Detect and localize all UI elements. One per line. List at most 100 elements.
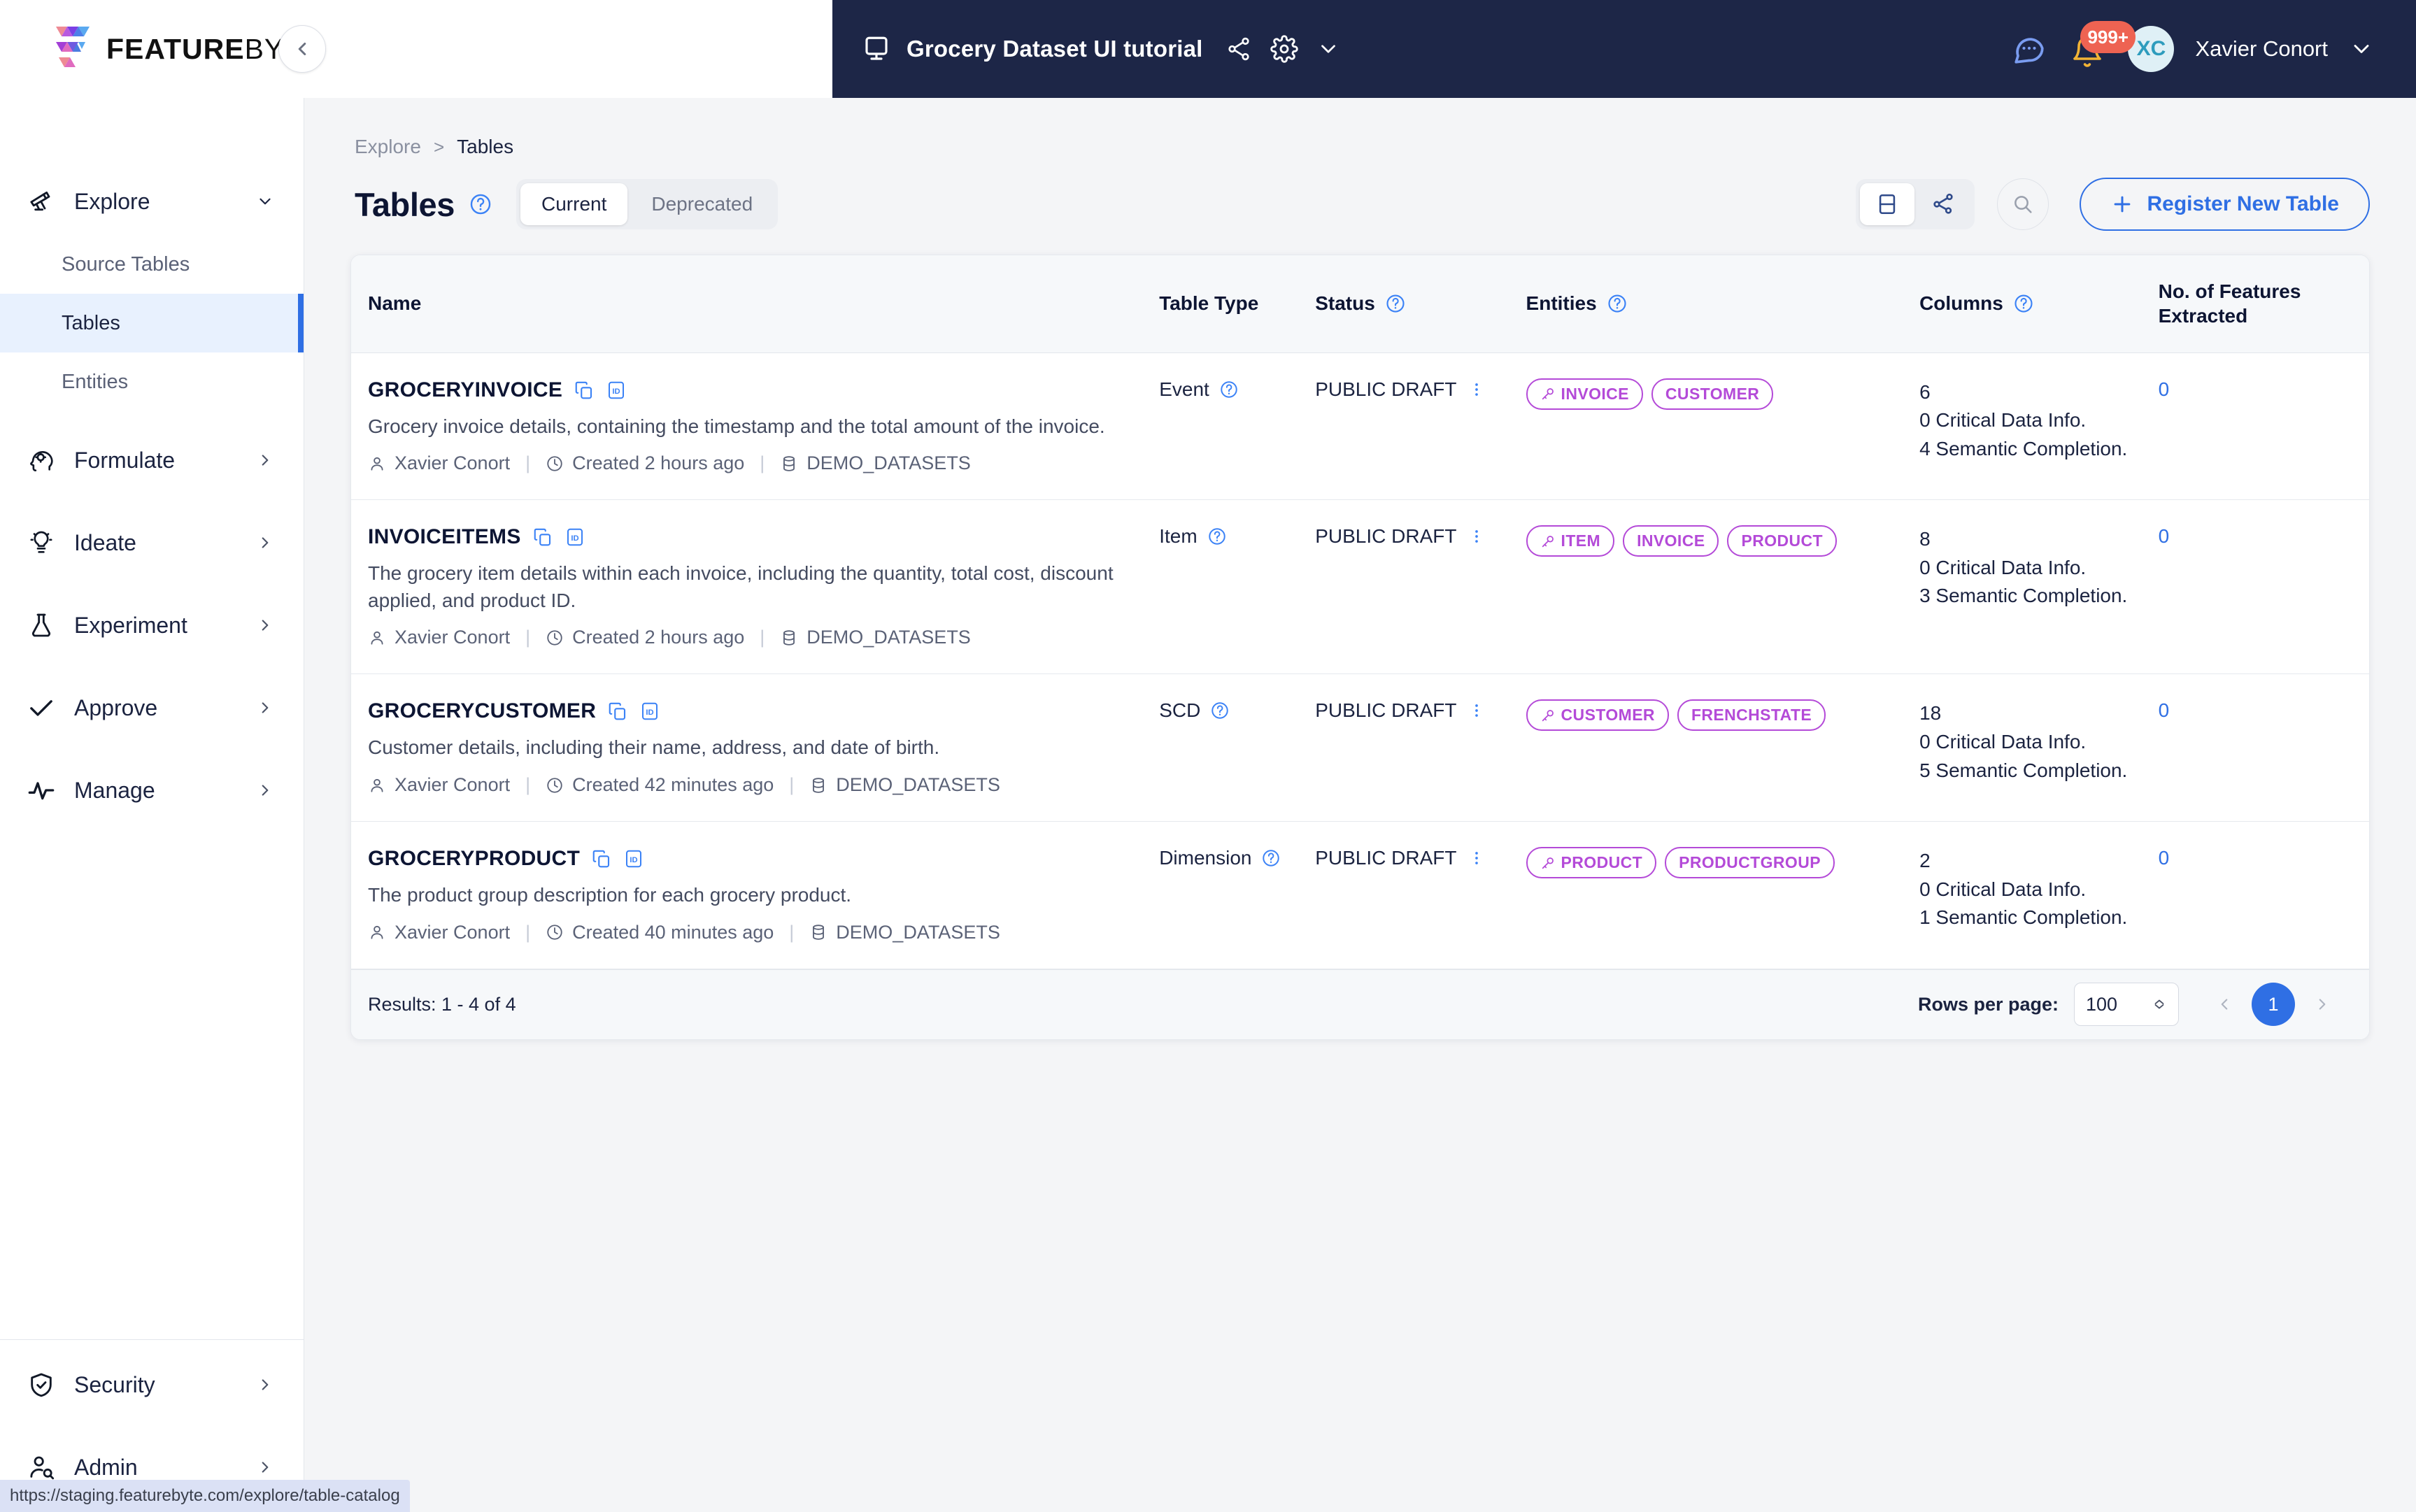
table-type-value: SCD (1159, 699, 1201, 722)
register-new-table-button[interactable]: Register New Table (2080, 178, 2370, 231)
table-meta: Xavier Conort | Created 40 minutes ago | (368, 922, 1159, 943)
more-vertical-icon[interactable] (1468, 527, 1486, 545)
gear-icon[interactable] (1270, 35, 1298, 63)
cell-entities: CUSTOMER FRENCHSTATE (1526, 673, 1920, 822)
sidebar-collapse-button[interactable] (278, 25, 326, 73)
more-vertical-icon[interactable] (1468, 380, 1486, 399)
table-row[interactable]: GROCERYCUSTOMER ID Customer details, inc… (351, 673, 2369, 822)
features-extracted-value[interactable]: 0 (2159, 525, 2170, 547)
clock-icon (546, 776, 564, 794)
features-extracted-value[interactable]: 0 (2159, 847, 2170, 869)
meta-author: Xavier Conort (368, 922, 510, 943)
check-icon (27, 693, 56, 722)
entity-pill[interactable]: INVOICE (1526, 378, 1643, 410)
table-name[interactable]: GROCERYCUSTOMER (368, 699, 596, 723)
svg-text:ID: ID (613, 387, 620, 396)
sidebar-item-approve[interactable]: Approve (0, 674, 304, 741)
graph-view-button[interactable] (1916, 183, 1970, 225)
column-header-entities[interactable]: Entities (1526, 255, 1920, 353)
table-name[interactable]: GROCERYPRODUCT (368, 847, 580, 871)
entity-pill[interactable]: CUSTOMER (1526, 699, 1669, 732)
pagination-prev-button[interactable] (2203, 983, 2246, 1026)
table-description: The product group description for each g… (368, 884, 852, 906)
sidebar: Explore Source Tables Tables Entities Fo… (0, 98, 304, 1512)
sidebar-item-tables[interactable]: Tables (0, 294, 304, 352)
more-vertical-icon[interactable] (1468, 849, 1486, 867)
question-circle-icon[interactable] (469, 192, 492, 216)
column-header-features-extracted[interactable]: No. of Features Extracted (2158, 255, 2369, 353)
search-button[interactable] (1997, 178, 2049, 230)
status-filter-toggle: Current Deprecated (516, 179, 779, 229)
chat-bubble-icon[interactable] (2012, 31, 2047, 66)
columns-count: 2 (1919, 850, 1931, 872)
question-circle-icon[interactable] (2013, 293, 2034, 314)
segment-current[interactable]: Current (520, 183, 628, 225)
meta-author: Xavier Conort (368, 774, 510, 796)
entity-pill[interactable]: ITEM (1526, 525, 1615, 557)
features-extracted-value[interactable]: 0 (2159, 378, 2170, 400)
sidebar-item-experiment[interactable]: Experiment (0, 592, 304, 659)
id-badge-icon[interactable]: ID (639, 701, 660, 722)
features-extracted-value[interactable]: 0 (2159, 699, 2170, 721)
copy-icon[interactable] (532, 527, 553, 548)
column-header-columns[interactable]: Columns (1919, 255, 2159, 353)
table-row[interactable]: GROCERYPRODUCT ID The product group desc… (351, 821, 2369, 969)
cell-status: PUBLIC DRAFT (1315, 499, 1526, 675)
cell-entities: ITEM INVOICE PRODUCT (1526, 499, 1920, 675)
sidebar-item-ideate[interactable]: Ideate (0, 509, 304, 576)
rows-per-page-select[interactable]: 100 (2074, 983, 2179, 1027)
meta-divider: | (760, 627, 765, 648)
question-circle-icon[interactable] (1607, 293, 1628, 314)
id-badge-icon[interactable]: ID (564, 527, 585, 548)
sidebar-item-source-tables[interactable]: Source Tables (0, 235, 304, 294)
id-badge-icon[interactable]: ID (623, 848, 644, 869)
meta-author: Xavier Conort (368, 452, 510, 474)
app-root: FEATUREBYTE Grocery Dataset UI tutorial (0, 0, 2416, 1512)
breadcrumb-parent[interactable]: Explore (355, 136, 421, 158)
id-badge-icon[interactable]: ID (606, 380, 627, 401)
entity-pill[interactable]: INVOICE (1623, 525, 1719, 557)
question-circle-icon[interactable] (1210, 701, 1230, 720)
copy-icon[interactable] (591, 848, 612, 869)
segment-deprecated[interactable]: Deprecated (630, 183, 774, 225)
more-vertical-icon[interactable] (1468, 701, 1486, 720)
results-count: Results: 1 - 4 of 4 (368, 993, 516, 1015)
table-row[interactable]: INVOICEITEMS ID The grocery item details… (351, 499, 2369, 675)
sidebar-item-formulate[interactable]: Formulate (0, 427, 304, 494)
column-header-status[interactable]: Status (1315, 255, 1526, 353)
copy-icon[interactable] (574, 380, 595, 401)
question-circle-icon[interactable] (1219, 380, 1239, 399)
table-view-button[interactable] (1860, 183, 1915, 225)
column-header-table-type[interactable]: Table Type (1159, 255, 1316, 353)
table-name[interactable]: INVOICEITEMS (368, 525, 521, 549)
entity-pill[interactable]: FRENCHSTATE (1677, 699, 1826, 732)
sidebar-item-explore[interactable]: Explore (0, 168, 304, 235)
sidebar-item-security[interactable]: Security (0, 1351, 304, 1418)
tables-card: Name Table Type Status Entities Columns … (350, 255, 2370, 1040)
workspace-chevron-down-icon[interactable] (1316, 37, 1340, 61)
chevron-right-icon (255, 1374, 276, 1395)
pagination-page-1[interactable]: 1 (2252, 983, 2295, 1027)
copy-icon[interactable] (607, 701, 628, 722)
entity-pill[interactable]: CUSTOMER (1651, 378, 1774, 410)
cell-name: INVOICEITEMS ID The grocery item details… (351, 499, 1160, 675)
workspace-title-group[interactable]: Grocery Dataset UI tutorial (862, 34, 1203, 64)
table-row[interactable]: GROCERYINVOICE ID Grocery invoice detail… (351, 352, 2369, 501)
sidebar-item-entities[interactable]: Entities (0, 352, 304, 411)
workspace-name: Grocery Dataset UI tutorial (907, 36, 1203, 62)
question-circle-icon[interactable] (1207, 527, 1227, 546)
question-circle-icon[interactable] (1261, 848, 1281, 868)
sidebar-item-label: Admin (74, 1454, 138, 1480)
pagination-next-button[interactable] (2301, 983, 2344, 1026)
sidebar-item-manage[interactable]: Manage (0, 757, 304, 824)
share-nodes-icon[interactable] (1225, 36, 1252, 62)
user-chevron-down-icon[interactable] (2349, 36, 2374, 62)
entity-pill[interactable]: PRODUCTGROUP (1665, 847, 1835, 879)
entity-pill[interactable]: PRODUCT (1526, 847, 1657, 879)
entity-pill[interactable]: PRODUCT (1727, 525, 1837, 557)
question-circle-icon[interactable] (1385, 293, 1406, 314)
table-name[interactable]: GROCERYINVOICE (368, 378, 562, 402)
column-header-name[interactable]: Name (351, 255, 1160, 353)
table-type-value: Item (1159, 525, 1198, 548)
notifications-button[interactable]: 999+ (2068, 21, 2136, 69)
